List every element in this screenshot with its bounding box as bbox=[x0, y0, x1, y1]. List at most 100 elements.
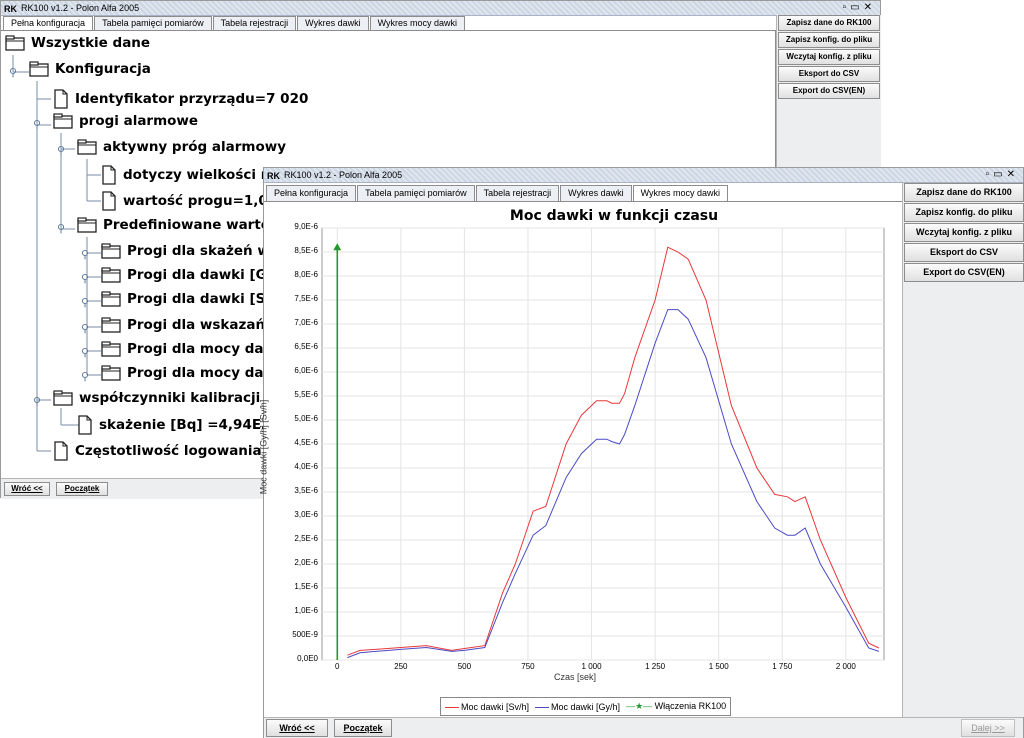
app-logo-icon: RK bbox=[4, 4, 17, 14]
tree-expand-handle-icon[interactable]: ⚲ bbox=[81, 370, 89, 383]
front-bottom-bar: Wróć << Początek Dalej >> bbox=[264, 717, 1023, 738]
tab-registration-table[interactable]: Tabela rejestracji bbox=[475, 185, 560, 201]
y-tick-label: 4,0E-6 bbox=[294, 462, 318, 471]
x-tick-label: 1 000 bbox=[581, 662, 602, 671]
tree-node-label: Predefiniowane wartoś bbox=[103, 217, 279, 233]
tree-node[interactable]: Częstotliwość logowania d bbox=[53, 441, 276, 461]
tree-expand-handle-icon[interactable]: ⚲ bbox=[57, 144, 65, 157]
tree-node[interactable]: ⚲ Progi dla dawki [Sv] bbox=[81, 291, 280, 309]
tree-expand-handle-icon[interactable]: ⚲ bbox=[33, 395, 41, 408]
maximize-icon[interactable]: ▭ bbox=[993, 169, 1006, 180]
tree-node[interactable]: Wszystkie dane bbox=[5, 35, 150, 51]
tree-node[interactable]: ⚲ Progi dla mocy daw bbox=[81, 341, 277, 359]
y-tick-label: 1,5E-6 bbox=[294, 582, 318, 591]
back-button[interactable]: Wróć << bbox=[4, 482, 50, 496]
start-button[interactable]: Początek bbox=[334, 719, 392, 737]
tree-node-label: Konfiguracja bbox=[55, 61, 151, 77]
tree-expand-handle-icon[interactable]: ⚲ bbox=[33, 118, 41, 131]
back-tab-strip: Pełna konfiguracja Tabela pamięci pomiar… bbox=[3, 16, 466, 30]
tree-node[interactable]: ⚲ progi alarmowe bbox=[33, 113, 198, 131]
tree-node[interactable]: dotyczy wielkości mi bbox=[101, 165, 279, 185]
x-tick-label: 2 000 bbox=[835, 662, 856, 671]
start-button[interactable]: Początek bbox=[56, 482, 108, 496]
document-icon bbox=[54, 89, 68, 109]
legend-item-sv: Moc dawki [Sv/h] bbox=[445, 702, 529, 712]
tree-node[interactable]: ⚲ Progi dla skażeń w bbox=[81, 243, 270, 261]
x-tick-label: 250 bbox=[394, 662, 408, 671]
close-icon[interactable]: ✕ bbox=[864, 2, 876, 13]
export-csv-button[interactable]: Eksport do CSV bbox=[778, 66, 880, 82]
legend-label-sv: Moc dawki [Sv/h] bbox=[461, 701, 530, 712]
tree-node[interactable]: wartość progu=1,0E bbox=[101, 191, 277, 211]
save-config-to-file-button[interactable]: Zapisz konfig. do pliku bbox=[904, 203, 1024, 222]
folder-icon bbox=[77, 217, 97, 233]
tab-dose-chart[interactable]: Wykres dawki bbox=[297, 16, 369, 30]
back-button[interactable]: Wróć << bbox=[266, 719, 328, 737]
folder-icon bbox=[101, 317, 121, 333]
tree-node-label: Progi dla mocy daw bbox=[127, 365, 277, 381]
save-to-rk100-button[interactable]: Zapisz dane do RK100 bbox=[778, 15, 880, 31]
tree-expand-handle-icon[interactable]: ⚲ bbox=[81, 248, 89, 261]
export-csv-en-button[interactable]: Export do CSV(EN) bbox=[778, 83, 880, 99]
tree-node[interactable]: ⚲ Konfiguracja bbox=[9, 61, 151, 79]
tree-node[interactable]: ⚲ Progi dla dawki [Gy] bbox=[81, 267, 282, 285]
tree-expand-handle-icon[interactable]: ⚲ bbox=[81, 346, 89, 359]
tab-dose-rate-chart[interactable]: Wykres mocy dawki bbox=[632, 185, 729, 201]
y-tick-label: 1,0E-6 bbox=[294, 606, 318, 615]
y-tick-label: 2,0E-6 bbox=[294, 558, 318, 567]
legend-item-gy: Moc dawki [Gy/h] bbox=[535, 702, 620, 712]
tree-node[interactable]: ⚲ Progi dla mocy daw bbox=[81, 365, 277, 383]
document-icon bbox=[102, 191, 116, 211]
x-tick-label: 1 750 bbox=[772, 662, 793, 671]
tab-memory-table[interactable]: Tabela pamięci pomiarów bbox=[94, 16, 212, 30]
window-title: RK100 v1.2 - Polon Alfa 2005 bbox=[284, 170, 403, 180]
tree-node[interactable]: ⚲ współczynniki kalibracji bbox=[33, 390, 260, 408]
tree-expand-handle-icon[interactable]: ⚲ bbox=[9, 66, 17, 79]
maximize-icon[interactable]: ▭ bbox=[850, 2, 863, 13]
tree-expand-handle-icon[interactable]: ⚲ bbox=[57, 222, 65, 235]
y-tick-label: 4,5E-6 bbox=[294, 438, 318, 447]
x-axis-label: Czas [sek] bbox=[554, 672, 597, 682]
tree-node[interactable]: ⚲ Progi dla wskazań v bbox=[81, 317, 279, 335]
window-title: RK100 v1.2 - Polon Alfa 2005 bbox=[21, 3, 140, 13]
export-csv-en-button[interactable]: Export do CSV(EN) bbox=[904, 263, 1024, 282]
next-button[interactable]: Dalej >> bbox=[961, 719, 1015, 737]
load-config-from-file-button[interactable]: Wczytaj konfig. z pliku bbox=[778, 49, 880, 65]
tree-node[interactable]: ⚲ aktywny próg alarmowy bbox=[57, 139, 286, 157]
tab-full-config[interactable]: Pełna konfiguracja bbox=[3, 16, 94, 30]
tree-node-label: Progi dla wskazań v bbox=[127, 317, 279, 333]
tab-dose-chart[interactable]: Wykres dawki bbox=[560, 185, 632, 201]
y-tick-label: 7,5E-6 bbox=[294, 294, 318, 303]
export-csv-button[interactable]: Eksport do CSV bbox=[904, 243, 1024, 262]
save-config-to-file-button[interactable]: Zapisz konfig. do pliku bbox=[778, 32, 880, 48]
front-sidebar: Zapisz dane do RK100 Zapisz konfig. do p… bbox=[902, 183, 1024, 717]
tree-node-label: Progi dla mocy daw bbox=[127, 341, 277, 357]
tree-node-label: Identyfikator przyrządu=7 020 bbox=[75, 91, 309, 107]
tree-expand-handle-icon[interactable]: ⚲ bbox=[81, 272, 89, 285]
tab-dose-rate-chart[interactable]: Wykres mocy dawki bbox=[369, 16, 466, 30]
back-window-titlebar[interactable]: RK RK100 v1.2 - Polon Alfa 2005 ▫▭✕ bbox=[1, 1, 880, 16]
y-tick-label: 8,0E-6 bbox=[294, 270, 318, 279]
save-to-rk100-button[interactable]: Zapisz dane do RK100 bbox=[904, 183, 1024, 202]
tab-registration-table[interactable]: Tabela rejestracji bbox=[212, 16, 297, 30]
load-config-from-file-button[interactable]: Wczytaj konfig. z pliku bbox=[904, 223, 1024, 242]
tab-memory-table[interactable]: Tabela pamięci pomiarów bbox=[357, 185, 475, 201]
tree-expand-handle-icon[interactable]: ⚲ bbox=[81, 296, 89, 309]
folder-icon bbox=[101, 243, 121, 259]
app-logo-icon: RK bbox=[267, 171, 280, 181]
tree-node[interactable]: skażenie [Bq] =4,94E3 bbox=[77, 415, 270, 435]
tab-full-config[interactable]: Pełna konfiguracja bbox=[266, 185, 357, 201]
front-window: RK RK100 v1.2 - Polon Alfa 2005 ▫▭✕ Pełn… bbox=[258, 167, 1024, 738]
tree-node[interactable]: Identyfikator przyrządu=7 020 bbox=[53, 89, 308, 109]
close-icon[interactable]: ✕ bbox=[1007, 169, 1019, 180]
y-tick-label: 5,5E-6 bbox=[294, 390, 318, 399]
front-window-titlebar[interactable]: RK RK100 v1.2 - Polon Alfa 2005 ▫▭✕ bbox=[264, 168, 1023, 183]
tree-node[interactable]: ⚲ Predefiniowane wartoś bbox=[57, 217, 279, 235]
x-tick-label: 1 250 bbox=[645, 662, 666, 671]
y-tick-label: 9,0E-6 bbox=[294, 222, 318, 231]
tree-expand-handle-icon[interactable]: ⚲ bbox=[81, 322, 89, 335]
window-controls: ▫▭✕ bbox=[986, 168, 1019, 182]
folder-icon bbox=[53, 113, 73, 129]
window-controls: ▫▭✕ bbox=[843, 1, 876, 15]
tree-node-label: dotyczy wielkości mi bbox=[123, 167, 280, 183]
